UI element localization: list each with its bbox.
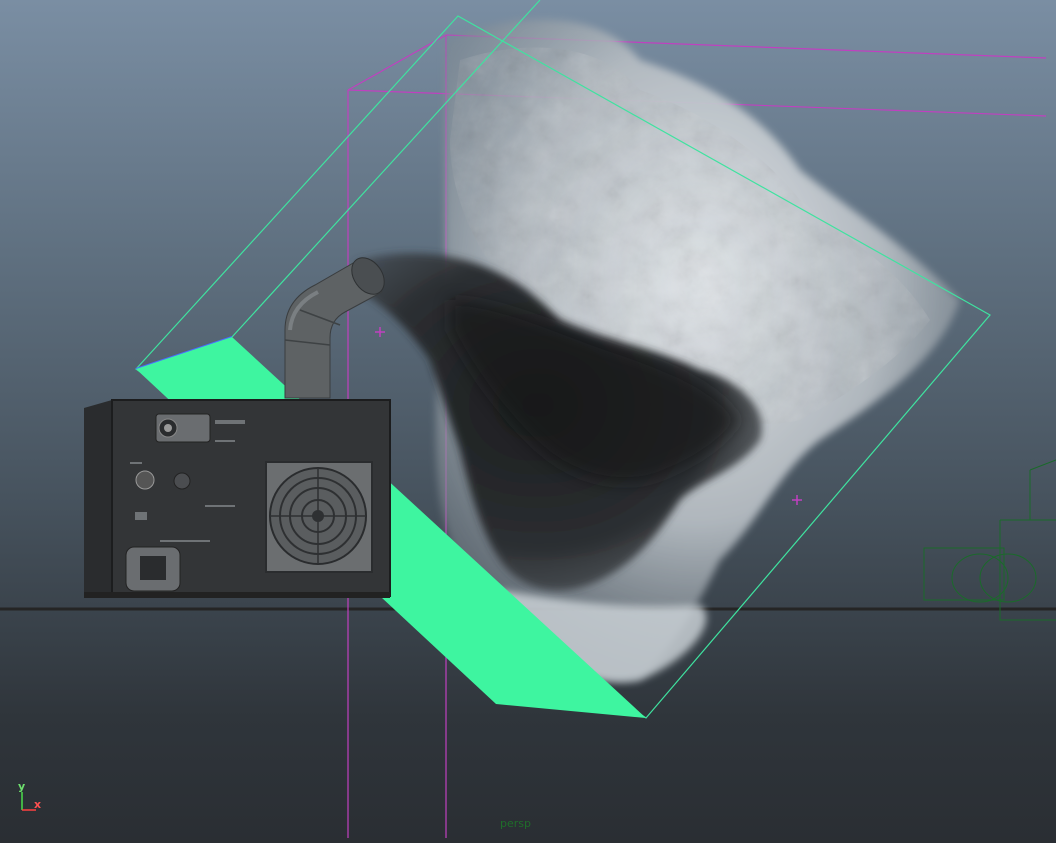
- camera-name-label: persp: [500, 817, 531, 830]
- dmx-connector-icon: [135, 470, 155, 490]
- view-axis-gizmo: y x: [12, 778, 52, 818]
- axis-x-label: x: [34, 798, 42, 811]
- fog-machine-pipe[interactable]: [284, 252, 391, 399]
- background-wireframe-object[interactable]: [923, 459, 1056, 621]
- maya-viewport[interactable]: y x persp: [0, 0, 1056, 843]
- fog-machine[interactable]: [84, 399, 391, 598]
- knob-icon: [173, 472, 191, 490]
- scene-canvas[interactable]: [0, 0, 1056, 843]
- axis-y-label: y: [18, 780, 26, 793]
